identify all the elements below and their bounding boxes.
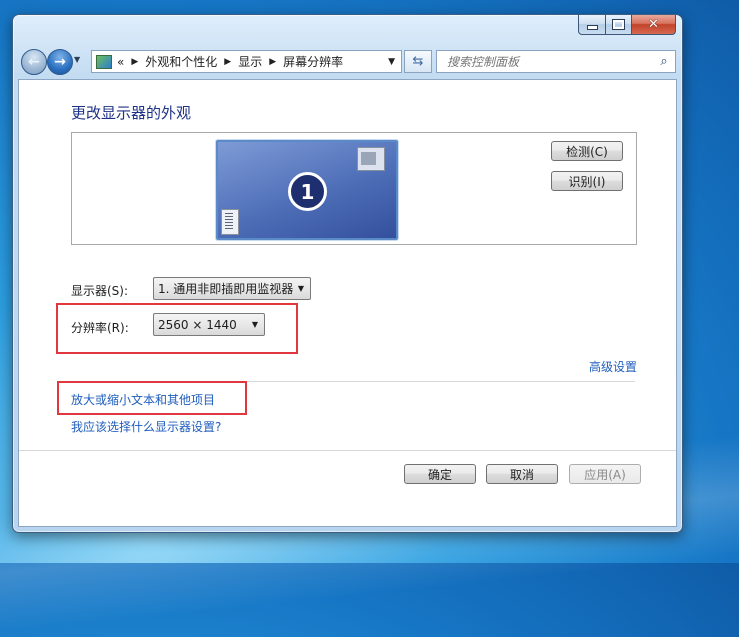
back-arrow-icon: ← [28,54,40,70]
monitor-number: 1 [288,172,327,211]
back-button[interactable]: ← [21,49,47,75]
display-select[interactable]: 1. 通用非即插即用监视器 ▼ [153,277,311,300]
cancel-button[interactable]: 取消 [486,464,558,484]
maximize-icon [612,19,625,30]
refresh-button[interactable]: ⇆ [404,50,432,73]
control-panel-icon [96,54,112,69]
monitor-arrangement-area: 1 检测(C) 识别(I) [71,132,637,245]
text-size-link[interactable]: 放大或缩小文本和其他项目 [71,391,215,408]
magnifier-icon[interactable]: ⌕ [653,54,675,69]
forward-arrow-icon: → [54,54,66,70]
breadcrumb-item-display[interactable]: 显示 [238,53,262,70]
ok-button[interactable]: 确定 [404,464,476,484]
close-button[interactable]: ✕ [632,15,676,35]
content-pane: 更改显示器的外观 1 检测(C) 识别(I) 显示器(S): 1. 通用非即插即… [18,79,677,527]
refresh-icon: ⇆ [412,54,424,69]
chevron-down-icon: ▼ [297,284,304,293]
chevron-down-icon: ▼ [251,320,258,329]
control-panel-window: ✕ ← → ▼ « ▶ 外观和个性化 ▶ 显示 ▶ 屏幕分辨率 ▼ ⇆ ⌕ [12,14,683,533]
mini-window-icon [357,147,385,171]
resolution-select[interactable]: 2560 × 1440 ▼ [153,313,265,336]
address-dropdown-icon[interactable]: ▼ [388,57,395,67]
address-bar[interactable]: « ▶ 外观和个性化 ▶ 显示 ▶ 屏幕分辨率 ▼ [91,50,402,73]
page-title: 更改显示器的外观 [71,104,192,122]
breadcrumb-separator-icon[interactable]: ▶ [269,57,276,67]
mini-document-icon [221,209,239,235]
monitor-preview[interactable]: 1 [216,140,398,240]
maximize-button[interactable] [606,15,632,35]
caption-buttons: ✕ [578,15,676,35]
minimize-icon [586,25,598,30]
breadcrumb-item-appearance[interactable]: 外观和个性化 [145,53,217,70]
breadcrumb-separator-icon[interactable]: ▶ [131,57,138,67]
advanced-settings-link[interactable]: 高级设置 [589,358,637,375]
minimize-button[interactable] [578,15,606,35]
breadcrumb-item-screen-resolution[interactable]: 屏幕分辨率 [283,53,343,70]
navigation-bar: ← → ▼ « ▶ 外观和个性化 ▶ 显示 ▶ 屏幕分辨率 ▼ ⇆ ⌕ [21,48,676,75]
display-help-link[interactable]: 我应该选择什么显示器设置? [71,418,221,435]
forward-button[interactable]: → [47,49,73,75]
detect-button[interactable]: 检测(C) [551,141,623,161]
search-box[interactable]: ⌕ [436,50,676,73]
identify-button[interactable]: 识别(I) [551,171,623,191]
resolution-select-value: 2560 × 1440 [158,317,237,332]
display-select-value: 1. 通用非即插即用监视器 [158,282,294,296]
recent-pages-dropdown-icon[interactable]: ▼ [74,55,80,64]
close-icon: ✕ [648,17,659,32]
display-label: 显示器(S): [71,284,129,298]
breadcrumb-overflow[interactable]: « [117,55,124,69]
footer-divider [19,450,676,451]
resolution-label: 分辨率(R): [71,321,129,335]
breadcrumb-separator-icon[interactable]: ▶ [224,57,231,67]
search-input[interactable] [445,53,653,70]
apply-button[interactable]: 应用(A) [569,464,641,484]
